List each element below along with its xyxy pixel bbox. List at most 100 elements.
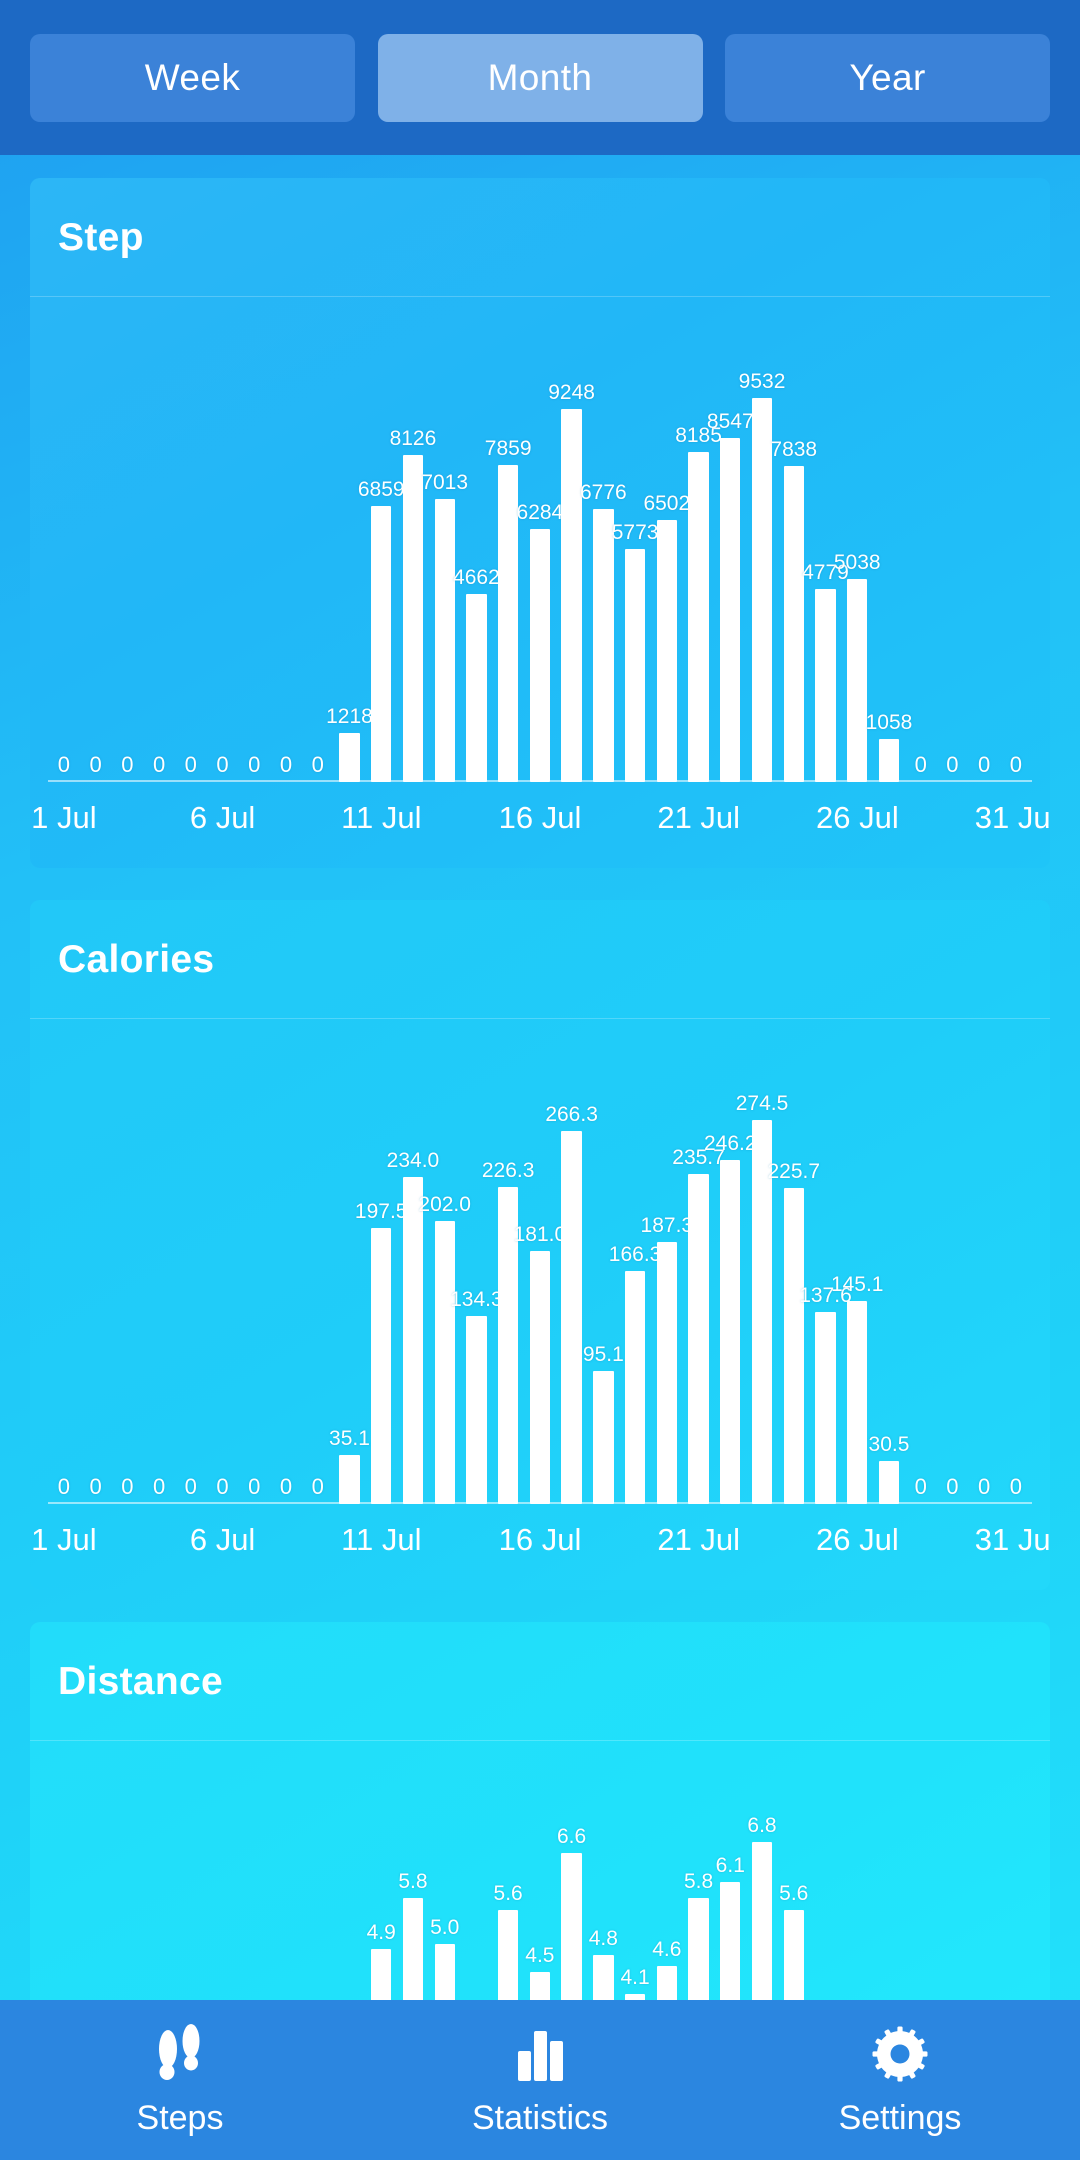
bar-value-label: 0 — [121, 1474, 133, 1500]
bar-slot: 0 — [238, 1024, 270, 1504]
bar-value-label: 95.1 — [583, 1343, 624, 1367]
x-axis-label: 1 Jul — [31, 1522, 96, 1558]
bar — [688, 1174, 708, 1504]
bar-slot: 5773 — [619, 302, 651, 782]
card-step[interactable]: Step 00000000012186859812670134662785962… — [30, 178, 1050, 868]
bar-slot: 0 — [175, 302, 207, 782]
segment-year[interactable]: Year — [725, 34, 1050, 122]
bar-slot: 0 — [143, 1024, 175, 1504]
bar-slot: 0 — [238, 302, 270, 782]
bar-slot: 4779 — [810, 302, 842, 782]
bar-slot: 134.3 — [461, 1024, 493, 1504]
chart-step-axis-line — [48, 780, 1032, 782]
bar — [784, 466, 804, 782]
chart-calories-x-labels: 1 Jul6 Jul11 Jul16 Jul21 Jul26 Jul31 Jul — [48, 1522, 1032, 1568]
bar-value-label: 0 — [946, 1474, 958, 1500]
bar-value-label: 0 — [89, 1474, 101, 1500]
bar-slot: 0 — [80, 302, 112, 782]
bar-slot: 166.3 — [619, 1024, 651, 1504]
bar-slot: 225.7 — [778, 1024, 810, 1504]
bar-value-label: 4.9 — [367, 1921, 396, 1945]
period-segmented-control: Week Month Year — [0, 0, 1080, 155]
bar — [339, 1455, 359, 1504]
bar — [593, 1371, 613, 1504]
bar — [593, 509, 613, 782]
bar-value-label: 4.5 — [525, 1944, 554, 1968]
bar-slot: 30.5 — [873, 1024, 905, 1504]
bar — [815, 589, 835, 782]
segment-year-label: Year — [849, 57, 925, 99]
nav-item-steps[interactable]: Steps — [0, 2023, 360, 2138]
bar — [657, 520, 677, 782]
bar-slot: 197.5 — [365, 1024, 397, 1504]
chart-calories: 00000000035.1197.5234.0202.0134.3226.318… — [30, 1024, 1050, 1590]
x-axis-label: 26 Jul — [816, 1522, 899, 1558]
nav-item-settings[interactable]: Settings — [720, 2023, 1080, 2138]
bar — [498, 465, 518, 782]
bar-slot: 0 — [968, 1024, 1000, 1504]
bar-slot: 0 — [143, 302, 175, 782]
bar-value-label: 0 — [185, 752, 197, 778]
bar-value-label: 0 — [121, 752, 133, 778]
bar-value-label: 0 — [153, 752, 165, 778]
card-step-divider — [30, 296, 1050, 297]
bar-value-label: 0 — [185, 1474, 197, 1500]
bar-slot: 9532 — [746, 302, 778, 782]
bar-slot: 235.7 — [683, 1024, 715, 1504]
bar-slot: 0 — [80, 1024, 112, 1504]
bar-slot: 0 — [175, 1024, 207, 1504]
x-axis-label: 26 Jul — [816, 800, 899, 836]
bar — [657, 1242, 677, 1504]
bar-slot: 0 — [937, 1024, 969, 1504]
bar-slot: 226.3 — [492, 1024, 524, 1504]
bottom-navigation: Steps Statistics — [0, 2000, 1080, 2160]
nav-item-statistics-label: Statistics — [472, 2099, 608, 2138]
bar-slot: 1218 — [334, 302, 366, 782]
segment-month[interactable]: Month — [378, 34, 703, 122]
card-calories-title: Calories — [58, 938, 214, 982]
bar-value-label: 0 — [312, 752, 324, 778]
bar-value-label: 0 — [216, 1474, 228, 1500]
bar — [561, 1131, 581, 1504]
bar-value-label: 30.5 — [869, 1433, 910, 1457]
segment-month-label: Month — [488, 57, 593, 99]
card-calories[interactable]: Calories 00000000035.1197.5234.0202.0134… — [30, 900, 1050, 1590]
bar-value-label: 6.8 — [747, 1814, 776, 1838]
segment-week[interactable]: Week — [30, 34, 355, 122]
bar-value-label: 35.1 — [329, 1427, 370, 1451]
bar-slot: 0 — [207, 302, 239, 782]
bar — [530, 1251, 550, 1504]
bar-slot: 0 — [48, 1024, 80, 1504]
bar-slot: 0 — [1000, 302, 1032, 782]
bar-slot: 266.3 — [556, 1024, 588, 1504]
bar-value-label: 0 — [153, 1474, 165, 1500]
segment-week-label: Week — [145, 57, 241, 99]
bar-slot: 35.1 — [334, 1024, 366, 1504]
bar-value-label: 0 — [978, 1474, 990, 1500]
bar-slot: 0 — [207, 1024, 239, 1504]
bar-slot: 6502 — [651, 302, 683, 782]
bar — [815, 1312, 835, 1504]
bar-slot: 234.0 — [397, 1024, 429, 1504]
bar-slot: 7859 — [492, 302, 524, 782]
bar-slot: 6859 — [365, 302, 397, 782]
x-axis-label: 11 Jul — [341, 800, 421, 836]
bar-slot: 0 — [905, 302, 937, 782]
bar — [720, 438, 740, 782]
bar — [625, 549, 645, 782]
nav-item-statistics[interactable]: Statistics — [360, 2023, 720, 2138]
bar — [466, 594, 486, 782]
bar-value-label: 0 — [978, 752, 990, 778]
bar-value-label: 4.1 — [620, 1966, 649, 1990]
bar-slot: 6284 — [524, 302, 556, 782]
bar-slot: 0 — [48, 302, 80, 782]
bar — [403, 1177, 423, 1504]
bar — [530, 529, 550, 782]
bar-slot: 7013 — [429, 302, 461, 782]
bar-value-label: 0 — [280, 752, 292, 778]
bar-slot: 4662 — [461, 302, 493, 782]
bar-chart-icon — [510, 2023, 570, 2085]
chart-calories-axis-line — [48, 1502, 1032, 1504]
gear-icon — [869, 2023, 931, 2085]
bar-slot: 137.6 — [810, 1024, 842, 1504]
